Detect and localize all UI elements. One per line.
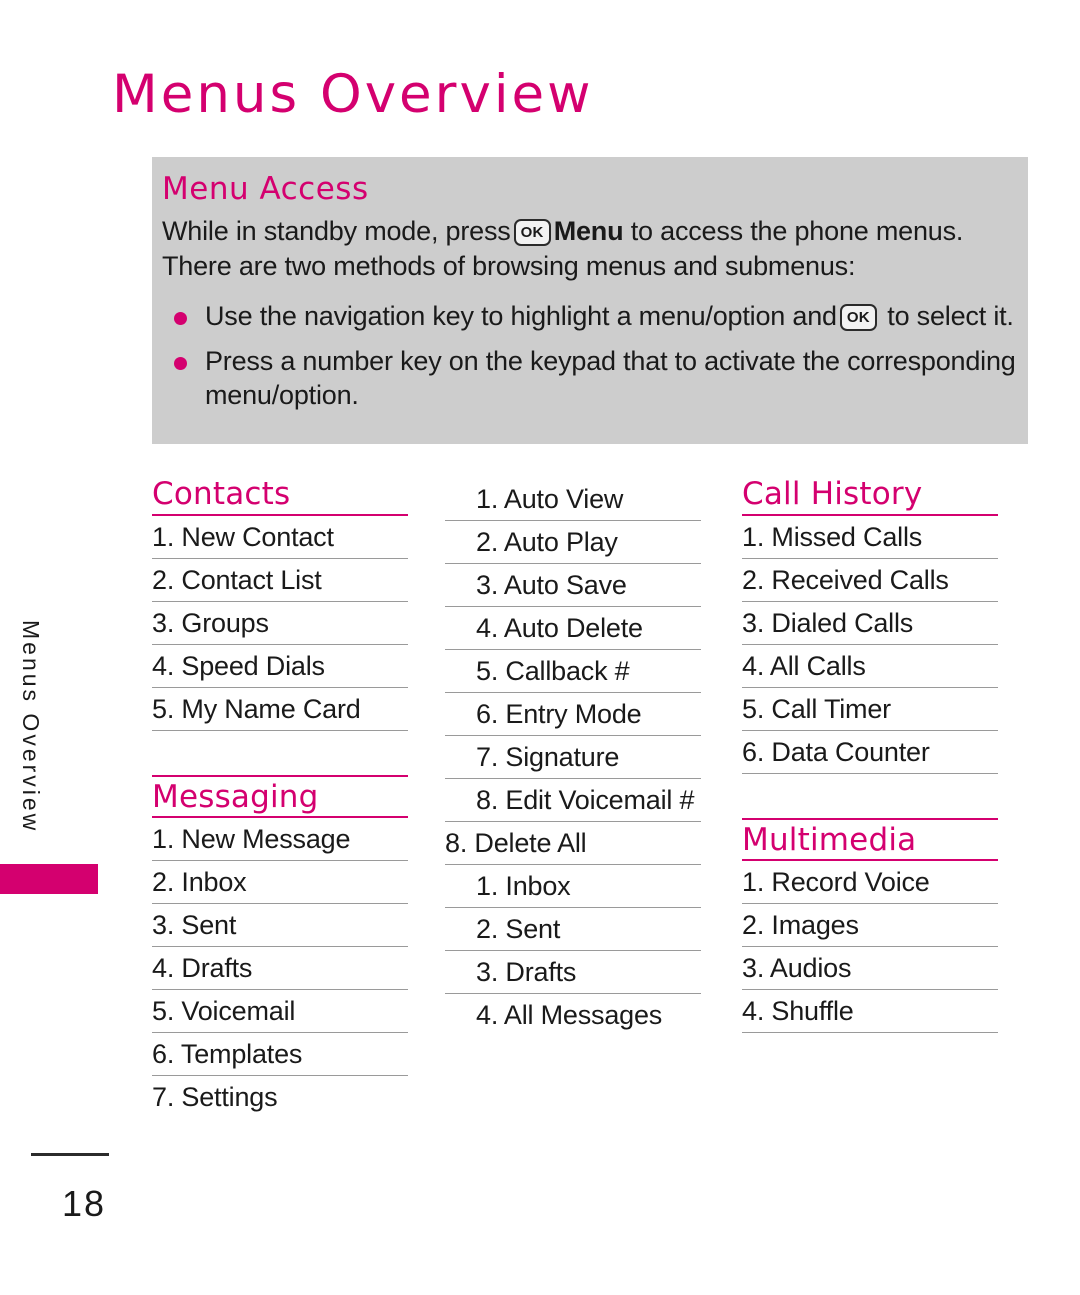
list-item: 3. Audios	[742, 947, 998, 991]
callout-intro-paragraph: While in standby mode, press OK Menu to ac…	[162, 214, 1020, 283]
ok-key-icon: OK	[513, 219, 551, 247]
list-item: 4. All Messages	[476, 1000, 663, 1030]
list-item: 5. Callback #	[445, 650, 701, 693]
list-item: 2. Auto Play	[445, 521, 701, 564]
list-item: 3. Auto Save	[445, 564, 701, 607]
list-item: 1. New Contact	[152, 516, 408, 559]
callout-title: Menu Access	[162, 171, 369, 207]
page-title: Menus Overview	[112, 64, 594, 125]
list-item: 8. Edit Voicemail #	[445, 779, 701, 822]
list-item: 2. Sent	[445, 908, 701, 951]
list-item: 5. My Name Card	[152, 688, 408, 731]
footer-divider	[31, 1153, 109, 1156]
list-item: 4. Speed Dials	[152, 645, 408, 688]
list-item: 3. Drafts	[445, 951, 701, 994]
list-item: 6. Entry Mode	[445, 693, 701, 736]
list-item: 6. Data Counter	[742, 731, 998, 774]
list-item: 2. Contact List	[152, 559, 408, 602]
list-item: 3. Dialed Calls	[742, 602, 998, 645]
list-item: 4. Drafts	[152, 947, 408, 991]
bullet-dot-icon	[174, 356, 187, 370]
bullet-text: Use the navigation key to highlight a me…	[205, 299, 1020, 334]
ok-key-icon: OK	[839, 304, 877, 332]
list-item: 1. Record Voice	[742, 861, 998, 905]
bullet-dot-icon	[174, 312, 187, 326]
list-item: 4. Auto Delete	[445, 607, 701, 650]
bullet-text-part-1: Use the navigation key to highlight a me…	[205, 301, 837, 332]
list-item: 2. Images	[742, 904, 998, 948]
list-item: 7. Settings	[152, 1082, 278, 1113]
list-item: 7. Signature	[445, 736, 701, 779]
side-tab-marker	[0, 864, 98, 894]
menu-column-1: Contacts 1. New Contact 2. Contact List …	[152, 478, 408, 1118]
page-number: 18	[62, 1183, 107, 1224]
list-item: 5. Voicemail	[152, 990, 408, 1034]
menu-columns: Contacts 1. New Contact 2. Contact List …	[0, 478, 1080, 1118]
list-item: 3. Groups	[152, 602, 408, 645]
section-heading-messaging: Messaging	[152, 774, 408, 819]
document-page: Menus Overview Menu Access While in stan…	[0, 0, 1080, 1295]
callout-bullet-list: Use the navigation key to highlight a me…	[162, 299, 1020, 413]
section-heading-call-history: Call History	[742, 478, 998, 516]
list-item: 2. Received Calls	[742, 559, 998, 602]
bullet-text: Press a number key on the keypad that to…	[205, 345, 1016, 411]
list-item: 6. Templates	[152, 1033, 408, 1077]
section-heading-multimedia: Multimedia	[742, 817, 998, 862]
list-item: 1. New Message	[152, 818, 408, 862]
callout-intro-text-1: While in standby mode, press	[162, 216, 511, 247]
list-item: 1. Inbox	[445, 865, 701, 908]
list-item: 1. Missed Calls	[742, 516, 998, 559]
menu-column-3: Call History 1. Missed Calls 2. Received…	[742, 478, 998, 1034]
list-item: 8. Delete All	[445, 822, 701, 865]
callout-menu-keyword: Menu	[553, 216, 624, 247]
list-item: 4. Shuffle	[742, 990, 998, 1034]
menu-column-2: 1. Auto View 2. Auto Play 3. Auto Save 4…	[445, 478, 701, 1036]
list-item: 5. Call Timer	[742, 688, 998, 731]
list-item: 2. Inbox	[152, 861, 408, 905]
section-heading-contacts: Contacts	[152, 478, 408, 516]
list-item: 1. Auto View	[445, 478, 701, 521]
bullet-text-part-2: to select it.	[887, 301, 1014, 332]
list-item: 3. Sent	[152, 904, 408, 948]
list-item: Press a number key on the keypad that to…	[162, 344, 1020, 413]
menu-access-callout: Menu Access While in standby mode, press…	[152, 157, 1028, 444]
list-item: 4. All Calls	[742, 645, 998, 688]
list-item: Use the navigation key to highlight a me…	[162, 299, 1020, 334]
